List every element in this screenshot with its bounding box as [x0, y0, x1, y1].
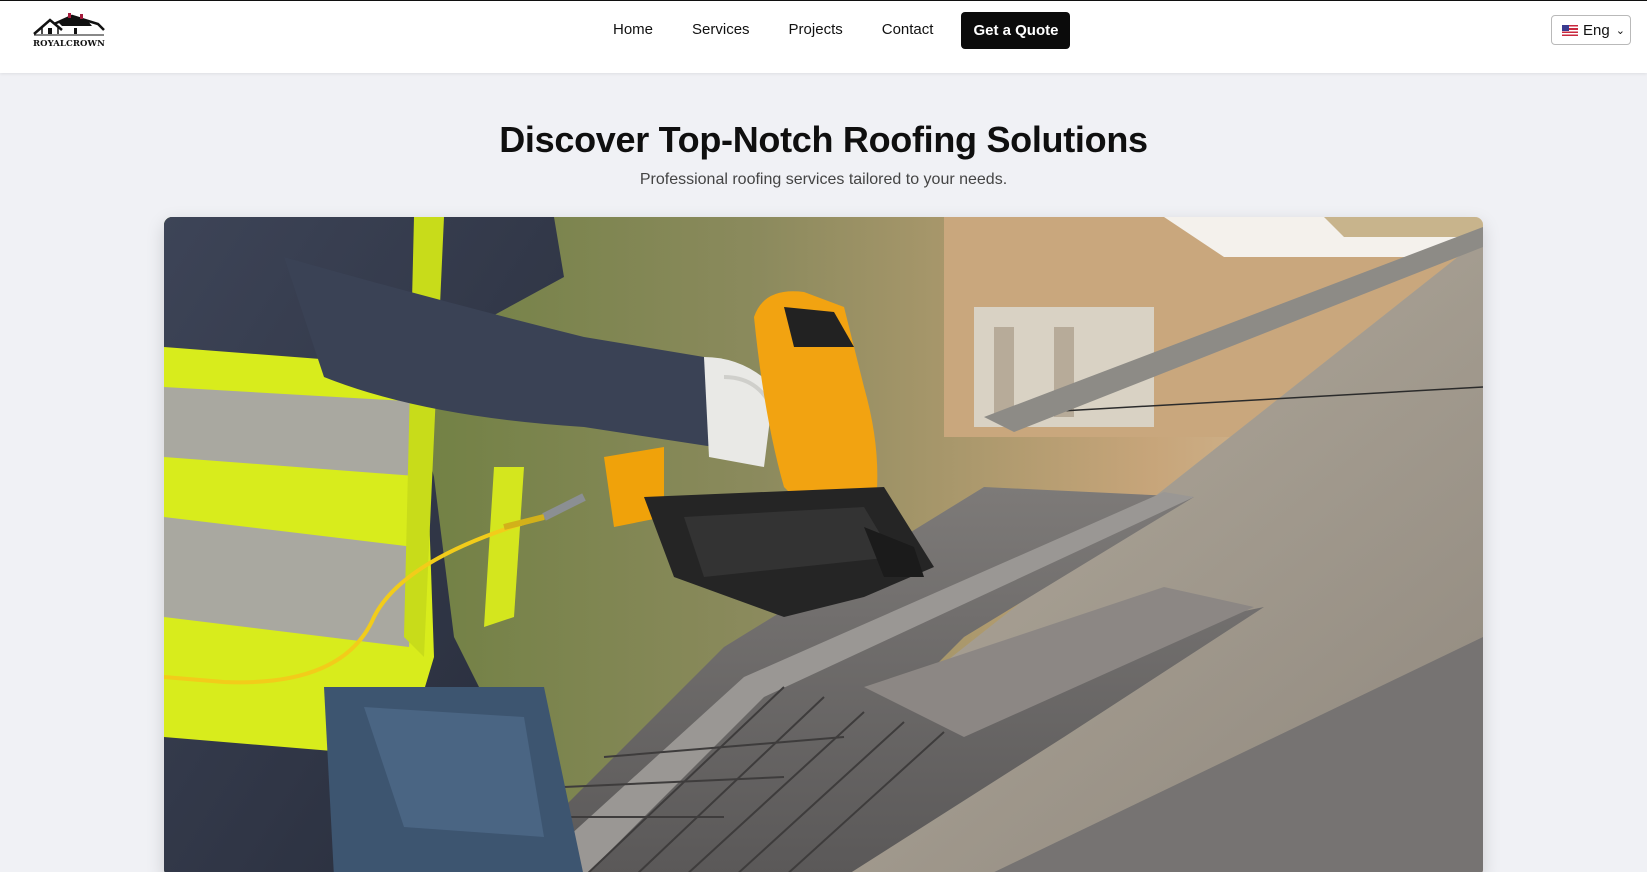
language-select[interactable]: Eng ⌄ — [1551, 15, 1631, 45]
site-header: ROYALCROWN Home Services Projects Contac… — [0, 1, 1647, 73]
nav-services-link[interactable]: Services — [692, 11, 750, 49]
brand-name: ROYALCROWN — [32, 39, 106, 49]
brand-logo[interactable]: ROYALCROWN — [32, 10, 106, 52]
house-crown-icon — [33, 13, 105, 36]
hero-image — [164, 217, 1483, 872]
chevron-down-icon: ⌄ — [1615, 24, 1625, 37]
us-flag-icon — [1562, 24, 1578, 36]
main-nav: Home Services Projects Contact Get a Quo… — [600, 11, 1071, 49]
get-quote-button[interactable]: Get a Quote — [961, 11, 1071, 49]
nav-projects-link[interactable]: Projects — [789, 11, 843, 49]
page-subtitle: Professional roofing services tailored t… — [639, 171, 1008, 188]
language-selected-value: Eng — [1583, 21, 1610, 39]
nav-contact-link[interactable]: Contact — [882, 11, 934, 49]
nav-home-link[interactable]: Home — [613, 11, 653, 49]
page-title: Discover Top-Notch Roofing Solutions — [499, 119, 1148, 160]
roofer-photo-illustration — [164, 217, 1483, 872]
